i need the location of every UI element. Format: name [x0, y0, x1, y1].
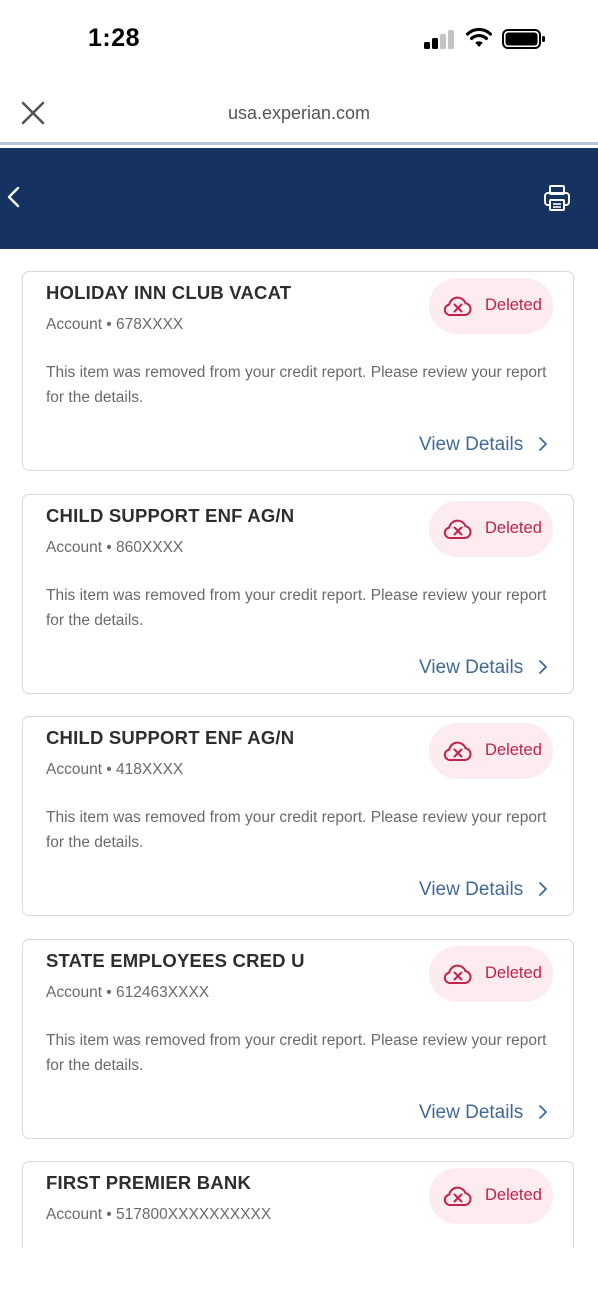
account-number: Account • 678XXXX: [46, 316, 184, 333]
chevron-right-icon: [538, 660, 547, 675]
status-badge: Deleted: [429, 1168, 553, 1224]
status-label: Deleted: [485, 964, 542, 982]
status-time: 1:28: [88, 24, 141, 52]
account-name: CHILD SUPPORT ENF AG/N: [46, 727, 295, 748]
account-name: STATE EMPLOYEES CRED U: [46, 950, 305, 971]
account-number: Account • 860XXXX: [46, 539, 184, 556]
browser-url-bar: usa.experian.com: [0, 84, 598, 142]
wifi-icon: [466, 27, 492, 47]
chevron-right-icon: [538, 437, 547, 452]
account-card: HOLIDAY INN CLUB VACAT Account • 678XXXX…: [22, 271, 574, 471]
status-label: Deleted: [485, 296, 542, 314]
view-details-label: View Details: [419, 657, 524, 678]
cloud-x-icon: [443, 741, 472, 762]
status-bar: 1:28: [0, 0, 598, 80]
view-details-link[interactable]: View Details: [419, 657, 548, 683]
card-description: This item was removed from your credit r…: [46, 1032, 547, 1074]
url-divider: [0, 142, 598, 145]
status-badge: Deleted: [429, 278, 553, 334]
view-details-link[interactable]: View Details: [419, 879, 548, 905]
back-chevron-icon[interactable]: [4, 184, 22, 210]
status-label: Deleted: [485, 1186, 542, 1204]
account-number: Account • 517800XXXXXXXXXX: [46, 1206, 272, 1223]
account-card: CHILD SUPPORT ENF AG/N Account • 860XXXX…: [22, 494, 574, 694]
chevron-right-icon: [538, 882, 547, 897]
account-number: Account • 612463XXXX: [46, 984, 210, 1001]
account-card: STATE EMPLOYEES CRED U Account • 612463X…: [22, 939, 574, 1139]
url-text[interactable]: usa.experian.com: [0, 103, 598, 124]
account-number: Account • 418XXXX: [46, 761, 184, 778]
account-name: HOLIDAY INN CLUB VACAT: [46, 282, 292, 303]
app-header: [0, 148, 598, 249]
status-label: Deleted: [485, 519, 542, 537]
cellular-signal-icon: [424, 30, 456, 49]
battery-icon: [502, 29, 545, 49]
card-description: This item was removed from your credit r…: [46, 809, 547, 851]
status-badge: Deleted: [429, 946, 553, 1002]
cloud-x-icon: [443, 296, 472, 317]
cloud-x-icon: [443, 1186, 472, 1207]
view-details-label: View Details: [419, 1102, 524, 1123]
status-badge: Deleted: [429, 501, 553, 557]
account-name: CHILD SUPPORT ENF AG/N: [46, 505, 295, 526]
status-badge: Deleted: [429, 723, 553, 779]
account-card: CHILD SUPPORT ENF AG/N Account • 418XXXX…: [22, 716, 574, 916]
cloud-x-icon: [443, 964, 472, 985]
card-description: This item was removed from your credit r…: [46, 587, 547, 629]
account-name: FIRST PREMIER BANK: [46, 1172, 252, 1193]
print-icon[interactable]: [542, 183, 572, 213]
bottom-toolbar-area: [0, 1248, 598, 1294]
view-details-link[interactable]: View Details: [419, 1102, 548, 1128]
view-details-label: View Details: [419, 879, 524, 900]
chevron-right-icon: [538, 1105, 547, 1120]
status-label: Deleted: [485, 741, 542, 759]
cloud-x-icon: [443, 519, 472, 540]
card-description: This item was removed from your credit r…: [46, 364, 547, 406]
view-details-label: View Details: [419, 434, 524, 455]
view-details-link[interactable]: View Details: [419, 434, 548, 460]
